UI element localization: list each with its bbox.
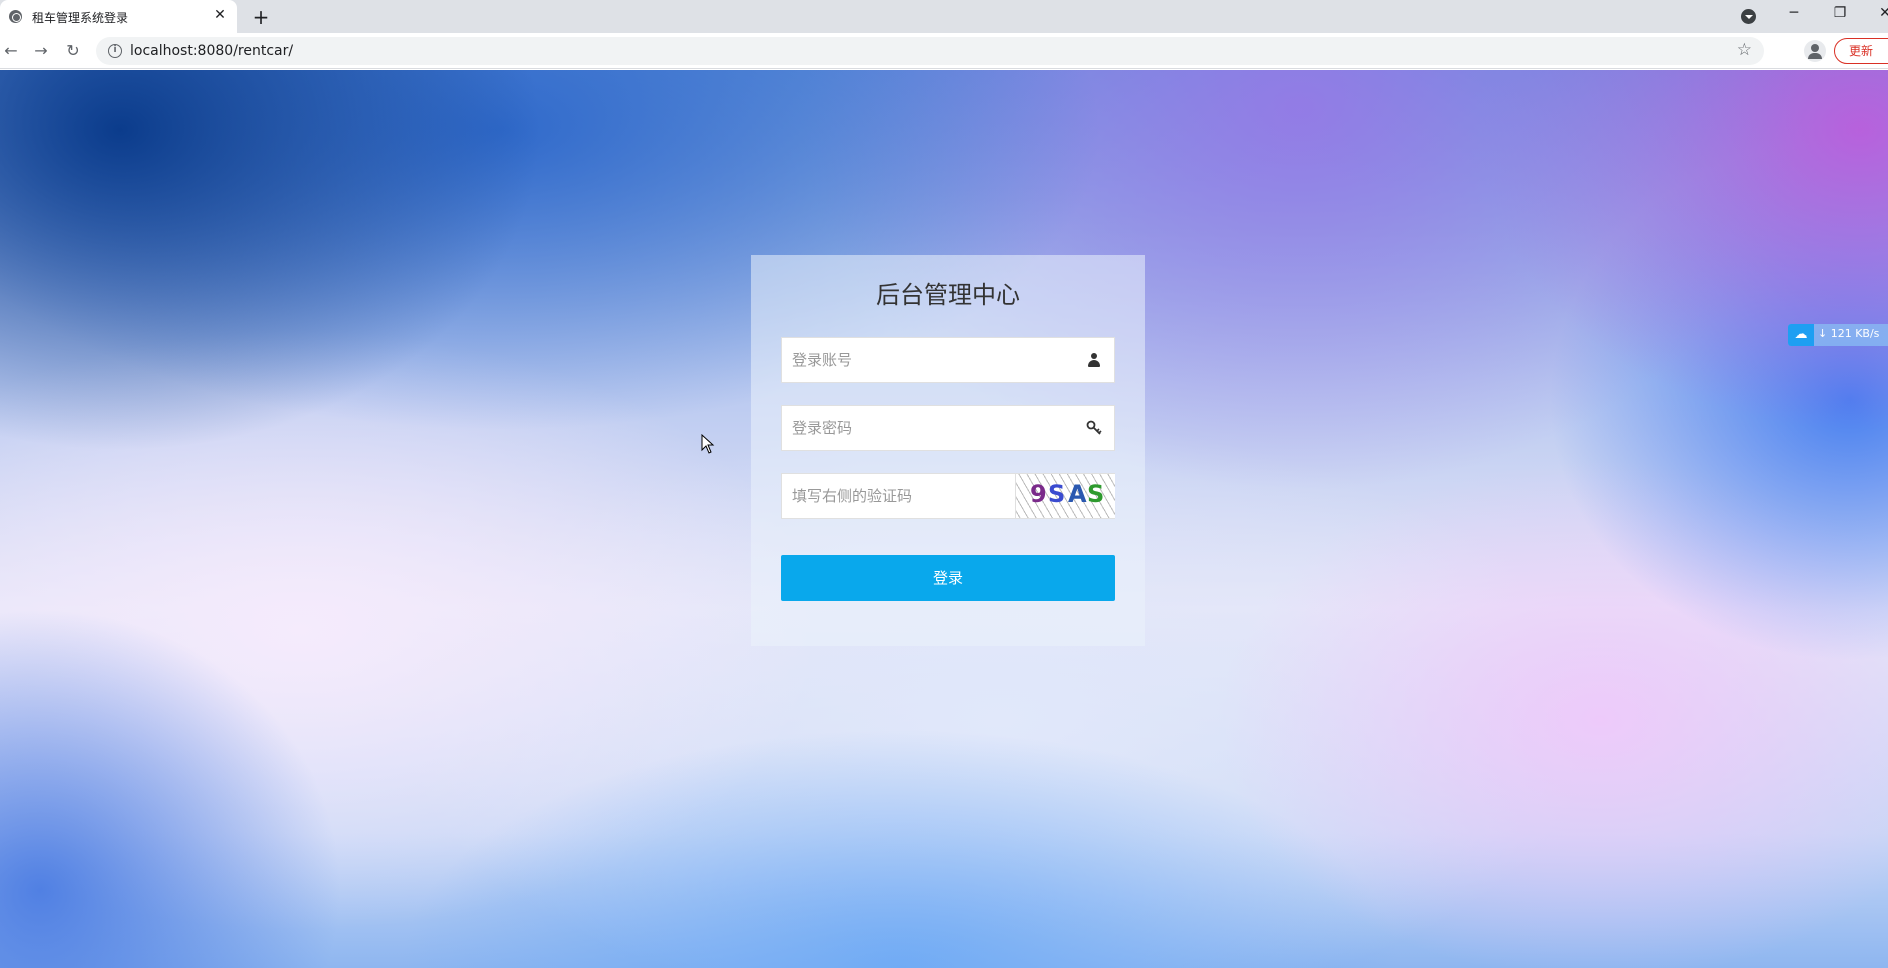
- page-background: 后台管理中心 9 S A S: [0, 70, 1888, 968]
- password-input[interactable]: [782, 406, 1062, 450]
- username-field[interactable]: [781, 337, 1115, 383]
- bookmark-star-icon[interactable]: ☆: [1737, 40, 1752, 60]
- page-title: 后台管理中心: [876, 281, 1020, 309]
- password-field[interactable]: [781, 405, 1115, 451]
- login-button[interactable]: 登录: [781, 555, 1115, 601]
- captcha-input[interactable]: [782, 474, 1012, 518]
- minimize-button[interactable]: ─: [1771, 0, 1817, 28]
- site-info-icon[interactable]: i: [108, 44, 122, 58]
- window-close-button[interactable]: ✕: [1862, 0, 1888, 28]
- forward-icon[interactable]: →: [30, 40, 52, 62]
- login-card: 后台管理中心 9 S A S: [751, 255, 1145, 646]
- tab-title: 租车管理系统登录: [32, 11, 129, 25]
- download-rate: ↓ 121 KB/s: [1818, 327, 1880, 340]
- update-button[interactable]: 更新: [1834, 38, 1888, 64]
- new-tab-button[interactable]: +: [249, 5, 273, 29]
- tab-rentcar-login[interactable]: 租车管理系统登录 ✕: [0, 0, 237, 33]
- tab-close-icon[interactable]: ✕: [212, 7, 228, 23]
- captcha-image[interactable]: 9 S A S: [1015, 474, 1115, 518]
- reload-icon[interactable]: ↻: [62, 40, 84, 62]
- captcha-char: S: [1048, 480, 1066, 508]
- captcha-char: A: [1068, 480, 1087, 508]
- globe-icon: [9, 10, 22, 23]
- mouse-cursor-icon: [701, 433, 715, 454]
- tab-bar: 租车管理系统登录 ✕ + ─ ❐ ✕: [0, 0, 1888, 33]
- cloud-icon: ☁: [1788, 324, 1814, 346]
- browser-toolbar: ← → ↻ i localhost:8080/rentcar/ ☆ 更新: [0, 33, 1888, 69]
- key-icon: [1086, 420, 1102, 436]
- tab-search-icon[interactable]: [1741, 9, 1756, 24]
- back-icon[interactable]: ←: [0, 40, 22, 62]
- captcha-char: S: [1087, 480, 1105, 508]
- profile-avatar-icon[interactable]: [1804, 40, 1826, 62]
- network-speed-widget[interactable]: ☁ ↓ 121 KB/s: [1788, 324, 1888, 346]
- captcha-char: 9: [1030, 480, 1047, 508]
- username-input[interactable]: [782, 338, 1062, 382]
- captcha-field[interactable]: 9 S A S: [781, 473, 1115, 519]
- user-icon: [1088, 353, 1100, 367]
- address-bar[interactable]: i localhost:8080/rentcar/ ☆: [96, 37, 1764, 65]
- url-text[interactable]: localhost:8080/rentcar/: [130, 43, 293, 59]
- restore-button[interactable]: ❐: [1817, 0, 1863, 28]
